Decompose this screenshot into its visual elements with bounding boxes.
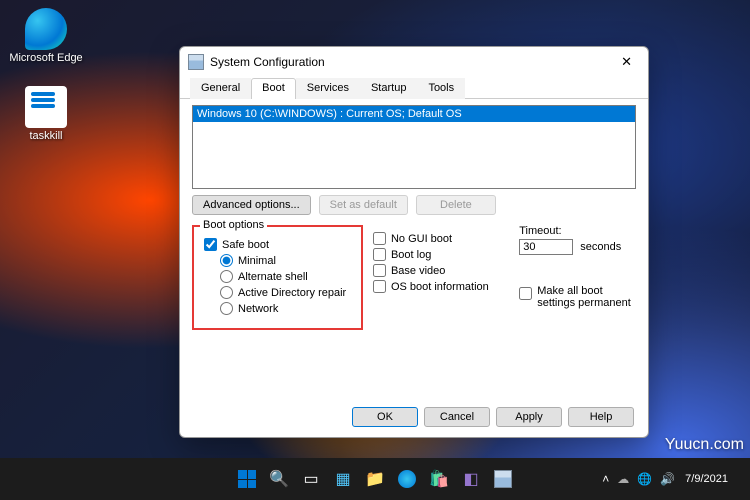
tab-strip: General Boot Services Startup Tools bbox=[180, 77, 648, 99]
search-button[interactable]: 🔍 bbox=[265, 465, 293, 493]
tab-startup[interactable]: Startup bbox=[360, 78, 417, 99]
apply-button[interactable]: Apply bbox=[496, 407, 562, 427]
task-view-button[interactable]: ▭ bbox=[297, 465, 325, 493]
search-icon: 🔍 bbox=[269, 469, 289, 489]
tab-services[interactable]: Services bbox=[296, 78, 360, 99]
system-configuration-window: System Configuration ✕ General Boot Serv… bbox=[179, 46, 649, 438]
boot-entries-list[interactable]: Windows 10 (C:\WINDOWS) : Current OS; De… bbox=[192, 105, 636, 189]
app-icon: ◧ bbox=[463, 469, 478, 489]
document-icon bbox=[25, 86, 67, 128]
network-input[interactable] bbox=[220, 302, 233, 315]
timeout-group: Timeout: seconds Make all boot settings … bbox=[519, 225, 636, 330]
desktop-icon-edge[interactable]: Microsoft Edge bbox=[8, 8, 84, 65]
store-icon: 🛍️ bbox=[429, 469, 449, 489]
desktop-icon-label: taskkill bbox=[8, 130, 84, 143]
store-button[interactable]: 🛍️ bbox=[425, 465, 453, 493]
desktop-icon-taskkill[interactable]: taskkill bbox=[8, 86, 84, 143]
minimal-input[interactable] bbox=[220, 254, 233, 267]
edge-icon bbox=[25, 8, 67, 50]
desktop-icon-label: Microsoft Edge bbox=[8, 52, 84, 65]
minimal-radio[interactable]: Minimal bbox=[220, 254, 351, 267]
taskbar-date: 7/9/2021 bbox=[685, 473, 728, 485]
edge-taskbar-button[interactable] bbox=[393, 465, 421, 493]
boot-log-input[interactable] bbox=[373, 248, 386, 261]
app-icon bbox=[188, 54, 204, 70]
network-radio[interactable]: Network bbox=[220, 302, 351, 315]
tab-content-boot: Windows 10 (C:\WINDOWS) : Current OS; De… bbox=[180, 99, 648, 340]
start-button[interactable] bbox=[233, 465, 261, 493]
widgets-button[interactable]: ▦ bbox=[329, 465, 357, 493]
help-button[interactable]: Help bbox=[568, 407, 634, 427]
ok-button[interactable]: OK bbox=[352, 407, 418, 427]
titlebar[interactable]: System Configuration ✕ bbox=[180, 47, 648, 77]
taskbar-center: 🔍 ▭ ▦ 📁 🛍️ ◧ bbox=[233, 465, 517, 493]
clock[interactable]: 7/9/2021 bbox=[685, 473, 728, 485]
windows-logo-icon bbox=[238, 470, 256, 488]
safe-boot-input[interactable] bbox=[204, 238, 217, 251]
system-tray: ˄ ☁ 🌐 🔊 7/9/2021 bbox=[602, 458, 742, 500]
safe-boot-checkbox[interactable]: Safe boot bbox=[204, 238, 351, 251]
widgets-icon: ▦ bbox=[335, 469, 350, 489]
advanced-options-button[interactable]: Advanced options... bbox=[192, 195, 311, 215]
onedrive-icon[interactable]: ☁ bbox=[617, 472, 629, 486]
taskbar: 🔍 ▭ ▦ 📁 🛍️ ◧ ˄ ☁ 🌐 🔊 7/9/2021 bbox=[0, 458, 750, 500]
volume-icon[interactable]: 🔊 bbox=[660, 472, 675, 486]
ad-repair-input[interactable] bbox=[220, 286, 233, 299]
tab-general[interactable]: General bbox=[190, 78, 251, 99]
alt-shell-input[interactable] bbox=[220, 270, 233, 283]
alternate-shell-radio[interactable]: Alternate shell bbox=[220, 270, 351, 283]
tab-boot[interactable]: Boot bbox=[251, 78, 296, 99]
no-gui-boot-checkbox[interactable]: No GUI boot bbox=[373, 232, 509, 245]
set-default-button: Set as default bbox=[319, 195, 408, 215]
timeout-unit: seconds bbox=[580, 241, 621, 253]
boot-entry-selected[interactable]: Windows 10 (C:\WINDOWS) : Current OS; De… bbox=[193, 106, 635, 122]
make-permanent-checkbox[interactable]: Make all boot settings permanent bbox=[519, 285, 636, 309]
network-icon[interactable]: 🌐 bbox=[637, 472, 652, 486]
boot-options-group: Boot options Safe boot Minimal Alternate… bbox=[192, 225, 363, 330]
msconfig-icon bbox=[494, 470, 512, 488]
pinned-app-button[interactable]: ◧ bbox=[457, 465, 485, 493]
ad-repair-radio[interactable]: Active Directory repair bbox=[220, 286, 351, 299]
timeout-label: Timeout: bbox=[519, 225, 636, 237]
timeout-input[interactable] bbox=[519, 239, 573, 255]
base-video-checkbox[interactable]: Base video bbox=[373, 264, 509, 277]
window-title: System Configuration bbox=[210, 55, 325, 69]
explorer-button[interactable]: 📁 bbox=[361, 465, 389, 493]
folder-icon: 📁 bbox=[365, 469, 385, 489]
tray-icons: ˄ ☁ 🌐 🔊 bbox=[602, 472, 675, 486]
msconfig-taskbar-button[interactable] bbox=[489, 465, 517, 493]
mid-options: No GUI boot Boot log Base video OS boot … bbox=[373, 225, 509, 330]
group-legend: Boot options bbox=[200, 219, 267, 231]
show-desktop-button[interactable] bbox=[738, 458, 742, 500]
close-button[interactable]: ✕ bbox=[613, 50, 640, 74]
tab-tools[interactable]: Tools bbox=[417, 78, 465, 99]
boot-log-checkbox[interactable]: Boot log bbox=[373, 248, 509, 261]
tray-overflow-icon[interactable]: ˄ bbox=[602, 472, 609, 486]
make-permanent-input[interactable] bbox=[519, 287, 532, 300]
base-video-input[interactable] bbox=[373, 264, 386, 277]
os-boot-info-input[interactable] bbox=[373, 280, 386, 293]
cancel-button[interactable]: Cancel bbox=[424, 407, 490, 427]
edge-icon bbox=[398, 470, 416, 488]
os-boot-info-checkbox[interactable]: OS boot information bbox=[373, 280, 509, 293]
no-gui-input[interactable] bbox=[373, 232, 386, 245]
watermark-text: Yuucn.com bbox=[665, 436, 744, 454]
dialog-button-row: OK Cancel Apply Help bbox=[352, 407, 634, 427]
task-view-icon: ▭ bbox=[303, 469, 318, 489]
delete-button: Delete bbox=[416, 195, 496, 215]
